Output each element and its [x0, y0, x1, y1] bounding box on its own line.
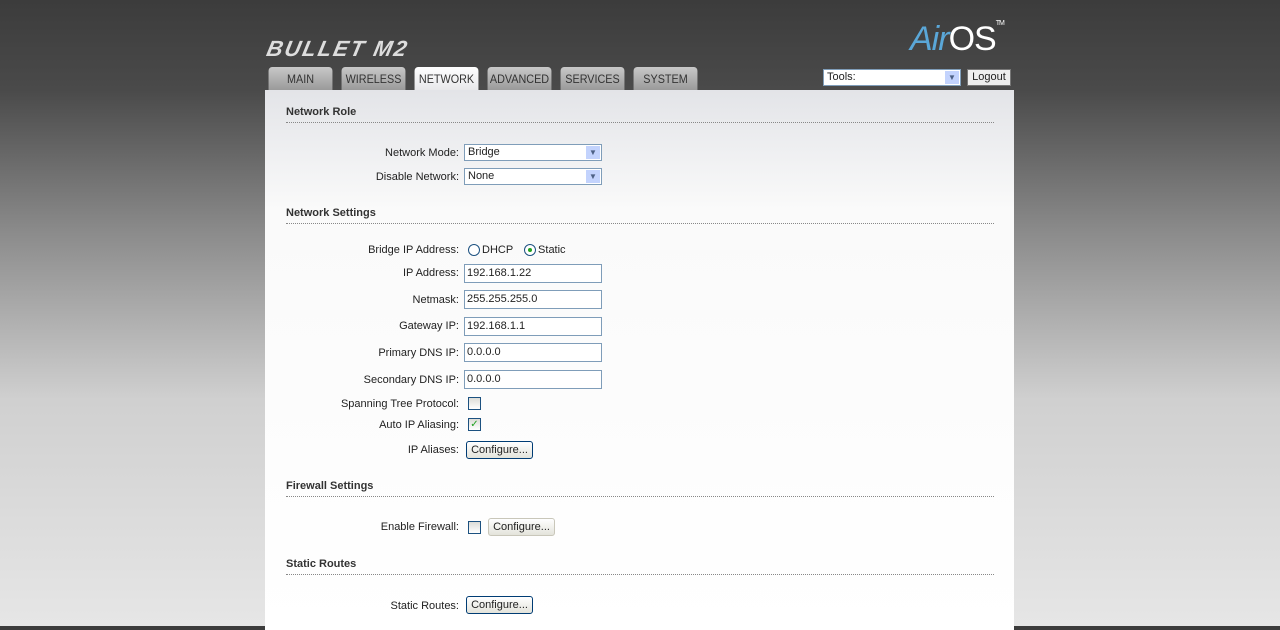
logout-button[interactable]: Logout	[967, 69, 1011, 86]
tab-network[interactable]: NETWORK	[414, 67, 479, 90]
network-mode-label: Network Mode:	[385, 147, 459, 159]
disable-network-value: None	[468, 170, 495, 182]
tab-advanced[interactable]: ADVANCED	[487, 67, 552, 90]
airos-logo: AirOSTM	[910, 20, 1005, 58]
primary-dns-label: Primary DNS IP:	[378, 347, 459, 359]
auto-ip-aliasing-checkbox[interactable]: ✓	[468, 418, 481, 431]
section-network-role: Network Role	[286, 106, 994, 123]
static-label: Static	[538, 244, 566, 256]
ip-aliases-configure-button[interactable]: Configure...	[466, 441, 533, 459]
gateway-input[interactable]: 192.168.1.1	[464, 317, 602, 336]
tab-wireless[interactable]: WIRELESS	[341, 67, 406, 90]
firewall-configure-button[interactable]: Configure...	[488, 518, 555, 536]
ip-address-input[interactable]: 192.168.1.22	[464, 264, 602, 283]
section-static-routes: Static Routes	[286, 558, 994, 575]
chevron-down-icon: ▼	[945, 71, 959, 84]
secondary-dns-label: Secondary DNS IP:	[363, 374, 459, 386]
content-panel: Network Role Network Mode: Bridge ▼ Disab…	[265, 90, 1014, 630]
network-mode-select[interactable]: Bridge ▼	[464, 144, 602, 161]
ip-address-label: IP Address:	[402, 267, 459, 279]
main-tabs: MAIN WIRELESS NETWORK ADVANCED SERVICES …	[265, 67, 701, 90]
primary-dns-input[interactable]: 0.0.0.0	[464, 343, 602, 362]
enable-firewall-checkbox[interactable]	[468, 521, 481, 534]
static-radio[interactable]	[524, 244, 537, 257]
tools-value: Tools:	[827, 71, 856, 83]
tab-services[interactable]: SERVICES	[560, 67, 625, 90]
bridge-ip-label: Bridge IP Address:	[368, 244, 459, 256]
dhcp-label: DHCP	[482, 244, 513, 256]
bridge-ip-mode: DHCP Static	[468, 244, 566, 257]
enable-firewall-label: Enable Firewall:	[380, 521, 459, 533]
disable-network-label: Disable Network:	[375, 171, 459, 183]
static-routes-label: Static Routes:	[390, 600, 459, 612]
stp-checkbox[interactable]	[468, 397, 481, 410]
ip-aliases-label: IP Aliases:	[407, 444, 459, 456]
secondary-dns-input[interactable]: 0.0.0.0	[464, 370, 602, 389]
auto-ip-aliasing-label: Auto IP Aliasing:	[379, 419, 459, 431]
network-mode-value: Bridge	[468, 146, 500, 158]
tab-main[interactable]: MAIN	[268, 67, 333, 90]
gateway-label: Gateway IP:	[399, 320, 459, 332]
tools-select[interactable]: Tools: ▼	[823, 69, 961, 86]
dhcp-radio[interactable]	[468, 244, 480, 257]
disable-network-select[interactable]: None ▼	[464, 168, 602, 185]
bullet-m2-logo: BULLET M2	[264, 36, 412, 61]
tab-system[interactable]: SYSTEM	[633, 67, 698, 90]
section-firewall: Firewall Settings	[286, 480, 994, 497]
section-network-settings: Network Settings	[286, 207, 994, 224]
chevron-down-icon: ▼	[586, 170, 600, 183]
chevron-down-icon: ▼	[586, 146, 600, 159]
netmask-label: Netmask:	[412, 294, 459, 306]
stp-label: Spanning Tree Protocol:	[340, 398, 459, 410]
netmask-input[interactable]: 255.255.255.0	[464, 290, 602, 309]
static-routes-configure-button[interactable]: Configure...	[466, 596, 533, 614]
